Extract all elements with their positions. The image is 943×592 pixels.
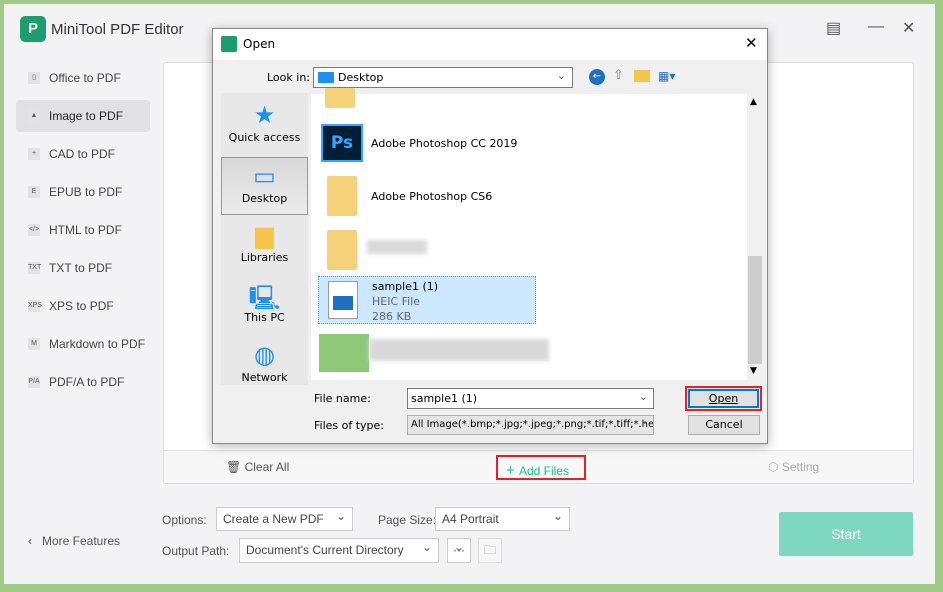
scroll-up-icon[interactable]: ▲ [750,97,757,107]
app-logo: P [20,16,46,42]
gear-icon: ⬡ [768,460,782,474]
sidebar-item-epub-to-pdf[interactable]: E EPUB to PDF [16,176,150,208]
quick-access-icon: ★ [253,101,276,129]
chevron-down-icon: ⌄ [638,390,648,403]
options-select[interactable]: Create a New PDF [216,505,353,531]
xps-icon: XPS [28,300,42,312]
sidebar-item-txt-to-pdf[interactable]: TXT TXT to PDF [16,252,150,284]
plus-icon: + [506,462,519,479]
toolbar: 🗑 Clear All + Add Files ⬡ Setting [164,450,913,483]
file-type-label: Files of type: [314,419,385,432]
file-type-select[interactable]: All Image(*.bmp;*.jpg;*.jpeg;*.png;*.tif… [407,415,654,435]
add-files-button[interactable]: + Add Files [496,455,586,480]
page-size-label: Page Size: [378,513,437,527]
sidebar-item-pdf-a-to-pdf[interactable]: P/A PDF/A to PDF [16,366,150,398]
html-icon: </> [28,224,40,236]
blurred-filename [367,240,427,254]
sidebar-item-office-to-pdf[interactable]: ▯ Office to PDF [16,62,150,94]
back-icon[interactable]: ← [589,69,605,85]
file-name-input[interactable]: sample1 (1) ⌄ [407,388,654,409]
cancel-button[interactable]: Cancel [688,415,760,435]
page-size-select[interactable]: A4 Portrait [435,505,570,531]
app-title: MiniTool PDF Editor [51,21,184,38]
image-file-icon [328,281,358,319]
dialog-title: Open [243,37,276,51]
look-in-label: Look in: [267,71,310,84]
photoshop-icon: Ps [321,124,363,162]
folder-icon [319,334,369,372]
txt-icon: TXT [28,262,41,274]
dialog-close-button[interactable]: ✕ [745,34,758,52]
sidebar-item-xps-to-pdf[interactable]: XPS XPS to PDF [16,290,150,322]
libraries-icon: ▆ [255,221,274,249]
folder-icon[interactable]: 🗀 [478,538,502,563]
look-in-select[interactable]: Desktop ⌄ [313,67,573,88]
scrollbar-thumb[interactable] [748,256,762,364]
file-name-label: File name: [314,392,371,405]
chevron-down-icon: ⌄ [640,416,649,427]
minimize-button[interactable]: — [868,18,884,36]
sidebar-item-image-to-pdf[interactable]: ▲ Image to PDF [16,100,150,132]
dialog-titlebar: Open ✕ [213,29,767,60]
feedback-icon[interactable]: ▤ [826,18,841,38]
open-button-highlight: Open [685,386,762,411]
start-button[interactable]: Start [779,512,913,556]
sidebar-item-cad-to-pdf[interactable]: + CAD to PDF [16,138,150,170]
browse-button[interactable]: ··· [447,536,471,563]
chevron-left-icon: ‹ [28,534,42,548]
network-icon: ◍ [254,341,275,369]
folder-icon [325,88,355,108]
dialog-app-icon [221,36,237,52]
sidebar-item-html-to-pdf[interactable]: </> HTML to PDF [16,214,150,246]
open-dialog: Open ✕ Look in: Desktop ⌄ ← ⇧ ▦▾ ★ Quick … [212,28,768,444]
places-bar: ★ Quick access ▭ Desktop ▆ Libraries 🖳 This PC ◍… [221,93,308,385]
sidebar-item-markdown-to-pdf[interactable]: M Markdown to PDF [16,328,150,360]
markdown-icon: M [28,338,40,350]
options-label: Options: [162,513,207,527]
open-button[interactable]: Open [688,389,759,408]
folder-icon [327,230,357,270]
place-quick-access[interactable]: ★ Quick access [221,97,308,155]
this-pc-icon: 🖳 [248,284,281,312]
epub-icon: E [28,186,40,198]
up-folder-icon[interactable]: ⇧ [613,68,624,83]
more-features-button[interactable]: ‹ More Features [28,534,120,548]
scrollbar[interactable]: ▲ ▼ [747,94,763,380]
clear-all-button[interactable]: 🗑 Clear All [226,460,289,474]
output-path-label: Output Path: [162,544,230,558]
office-icon: ▯ [28,72,40,84]
desktop-icon [318,72,334,83]
setting-button[interactable]: ⬡ Setting [768,460,819,474]
trash-icon: 🗑 [226,460,245,474]
blurred-filename [369,339,549,361]
desktop-icon: ▭ [253,162,276,190]
file-list: Ps Adobe Photoshop CC 2019 Adobe Photosh… [311,88,763,380]
new-folder-icon[interactable] [634,70,650,82]
place-libraries[interactable]: ▆ Libraries [221,217,308,275]
place-desktop[interactable]: ▭ Desktop [221,157,308,215]
folder-icon [327,176,357,216]
output-path-select[interactable]: Document's Current Directory [239,536,439,563]
file-item-selected[interactable]: sample1 (1) HEIC File 286 KB [318,276,536,324]
chevron-down-icon: ⌄ [556,69,566,82]
place-network[interactable]: ◍ Network [221,337,308,395]
place-this-pc[interactable]: 🖳 This PC [221,277,308,335]
scroll-down-icon[interactable]: ▼ [750,366,757,376]
pdfa-icon: P/A [28,376,40,388]
cad-icon: + [28,148,40,160]
view-menu-icon[interactable]: ▦▾ [658,69,675,83]
close-button[interactable]: ✕ [902,18,915,38]
image-icon: ▲ [28,110,40,122]
